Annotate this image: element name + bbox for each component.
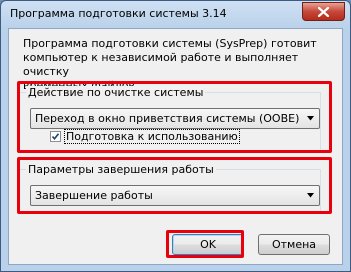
close-icon <box>318 6 329 17</box>
sysprep-window: Программа подготовки системы 3.14 Програ… <box>0 0 351 272</box>
close-button[interactable] <box>302 2 345 21</box>
title-bar[interactable]: Программа подготовки системы 3.14 <box>1 1 350 27</box>
shutdown-highlight-frame <box>17 157 332 214</box>
cancel-button[interactable]: Отмена <box>258 234 330 255</box>
cleanup-highlight-frame <box>17 81 332 153</box>
window-title: Программа подготовки системы 3.14 <box>10 7 227 20</box>
ok-highlight-frame <box>166 230 244 258</box>
